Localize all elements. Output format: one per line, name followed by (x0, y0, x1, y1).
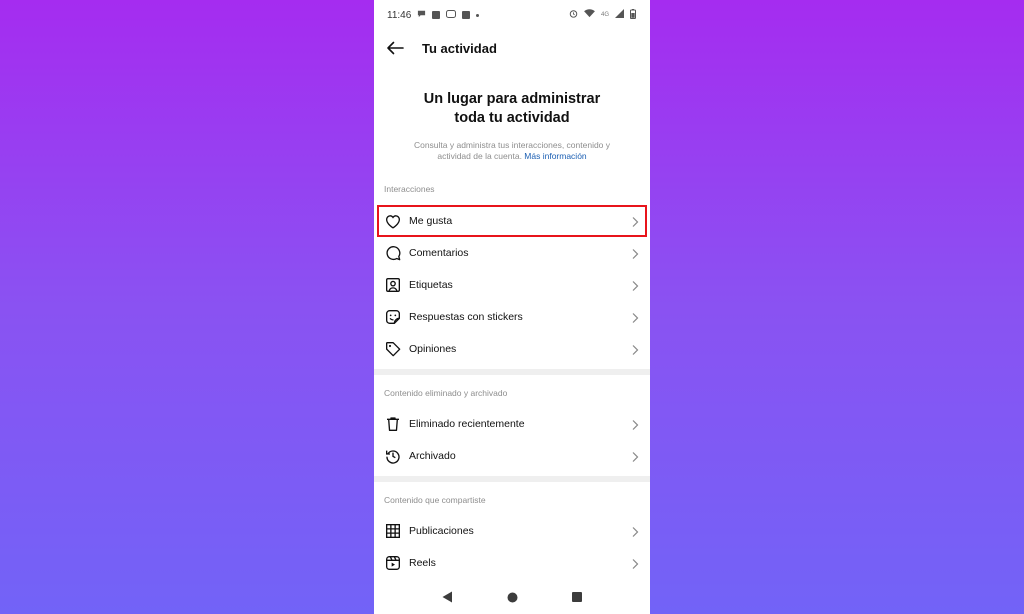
tags-label: Etiquetas (409, 279, 453, 291)
chevron-right-icon (630, 279, 640, 291)
price-tag-icon (384, 340, 402, 358)
chevron-right-icon (630, 311, 640, 323)
nav-recents-button[interactable] (572, 592, 582, 602)
status-right: 4G (569, 8, 636, 22)
page-title: Tu actividad (422, 40, 497, 56)
hero-description: Consulta y administra tus interacciones,… (406, 140, 618, 162)
chevron-right-icon (630, 247, 640, 259)
facebook-notification-icon (462, 11, 471, 19)
triangle-back-icon (442, 591, 452, 603)
battery-icon (630, 8, 636, 22)
section-label-removed-archived: Contenido eliminado y archivado (384, 388, 508, 398)
nav-home-button[interactable] (507, 592, 518, 603)
likes-row[interactable]: Me gusta (374, 205, 650, 237)
recently-deleted-label: Eliminado recientemente (409, 418, 525, 430)
shared-content-list: Publicaciones Reels (374, 515, 650, 579)
hero-title: Un lugar para administrar toda tu activi… (392, 90, 632, 128)
nav-back-button[interactable] (442, 591, 453, 603)
interactions-list: Me gusta Comentarios Etiquetas Respuesta… (374, 205, 650, 365)
section-divider (374, 369, 650, 375)
system-nav-bar (374, 580, 650, 614)
archived-row[interactable]: Archivado (374, 440, 650, 472)
recently-deleted-row[interactable]: Eliminado recientemente (374, 408, 650, 440)
comments-row[interactable]: Comentarios (374, 237, 650, 269)
likes-label: Me gusta (409, 215, 453, 227)
posts-label: Publicaciones (409, 525, 474, 537)
reels-icon (384, 554, 402, 572)
reviews-label: Opiniones (409, 343, 457, 355)
square-recents-icon (572, 592, 582, 602)
section-divider (374, 476, 650, 482)
comments-label: Comentarios (409, 247, 469, 259)
reels-label: Reels (409, 557, 436, 569)
status-time: 11:46 (387, 9, 412, 21)
section-label-interactions: Interacciones (384, 184, 435, 194)
hero-title-line1: Un lugar para administrar (423, 91, 601, 107)
hero: Un lugar para administrar toda tu activi… (374, 66, 650, 162)
signal-icon (615, 9, 624, 21)
mail-notification-icon (446, 9, 457, 21)
chevron-right-icon (630, 418, 640, 430)
circle-home-icon (507, 592, 518, 602)
wifi-icon (584, 9, 595, 21)
app-notification-icon (432, 11, 441, 19)
section-label-shared-content: Contenido que compartiste (384, 495, 486, 505)
network-type: 4G (600, 12, 609, 18)
hero-title-line2: toda tu actividad (454, 110, 570, 126)
chevron-right-icon (630, 450, 640, 462)
sticker-responses-row[interactable]: Respuestas con stickers (374, 301, 650, 333)
tags-row[interactable]: Etiquetas (374, 269, 650, 301)
chat-notification-icon (417, 9, 426, 21)
status-bar: 11:46 4G (374, 0, 650, 30)
removed-archived-list: Eliminado recientemente Archivado (374, 408, 650, 472)
sticker-icon (384, 308, 402, 326)
chevron-right-icon (630, 343, 640, 355)
chevron-right-icon (630, 557, 640, 569)
grid-icon (384, 522, 402, 540)
comment-icon (384, 244, 402, 262)
alarm-icon (569, 9, 578, 21)
more-notifications-icon (476, 13, 480, 17)
reels-row[interactable]: Reels (374, 547, 650, 579)
trash-icon (384, 415, 402, 433)
reviews-row[interactable]: Opiniones (374, 333, 650, 365)
tag-user-icon (384, 276, 402, 294)
posts-row[interactable]: Publicaciones (374, 515, 650, 547)
more-info-link[interactable]: Más información (524, 151, 586, 161)
archived-label: Archivado (409, 450, 456, 462)
back-button[interactable] (384, 37, 406, 59)
app-bar: Tu actividad (374, 30, 650, 66)
sticker-responses-label: Respuestas con stickers (409, 311, 523, 323)
status-left: 11:46 (387, 9, 480, 21)
heart-icon (384, 212, 402, 230)
phone-screen: 11:46 4G Tu actividad Un lugar para admi… (374, 0, 650, 614)
archive-history-icon (384, 447, 402, 465)
chevron-right-icon (630, 525, 640, 537)
arrow-left-icon (387, 41, 404, 55)
chevron-right-icon (630, 215, 640, 227)
